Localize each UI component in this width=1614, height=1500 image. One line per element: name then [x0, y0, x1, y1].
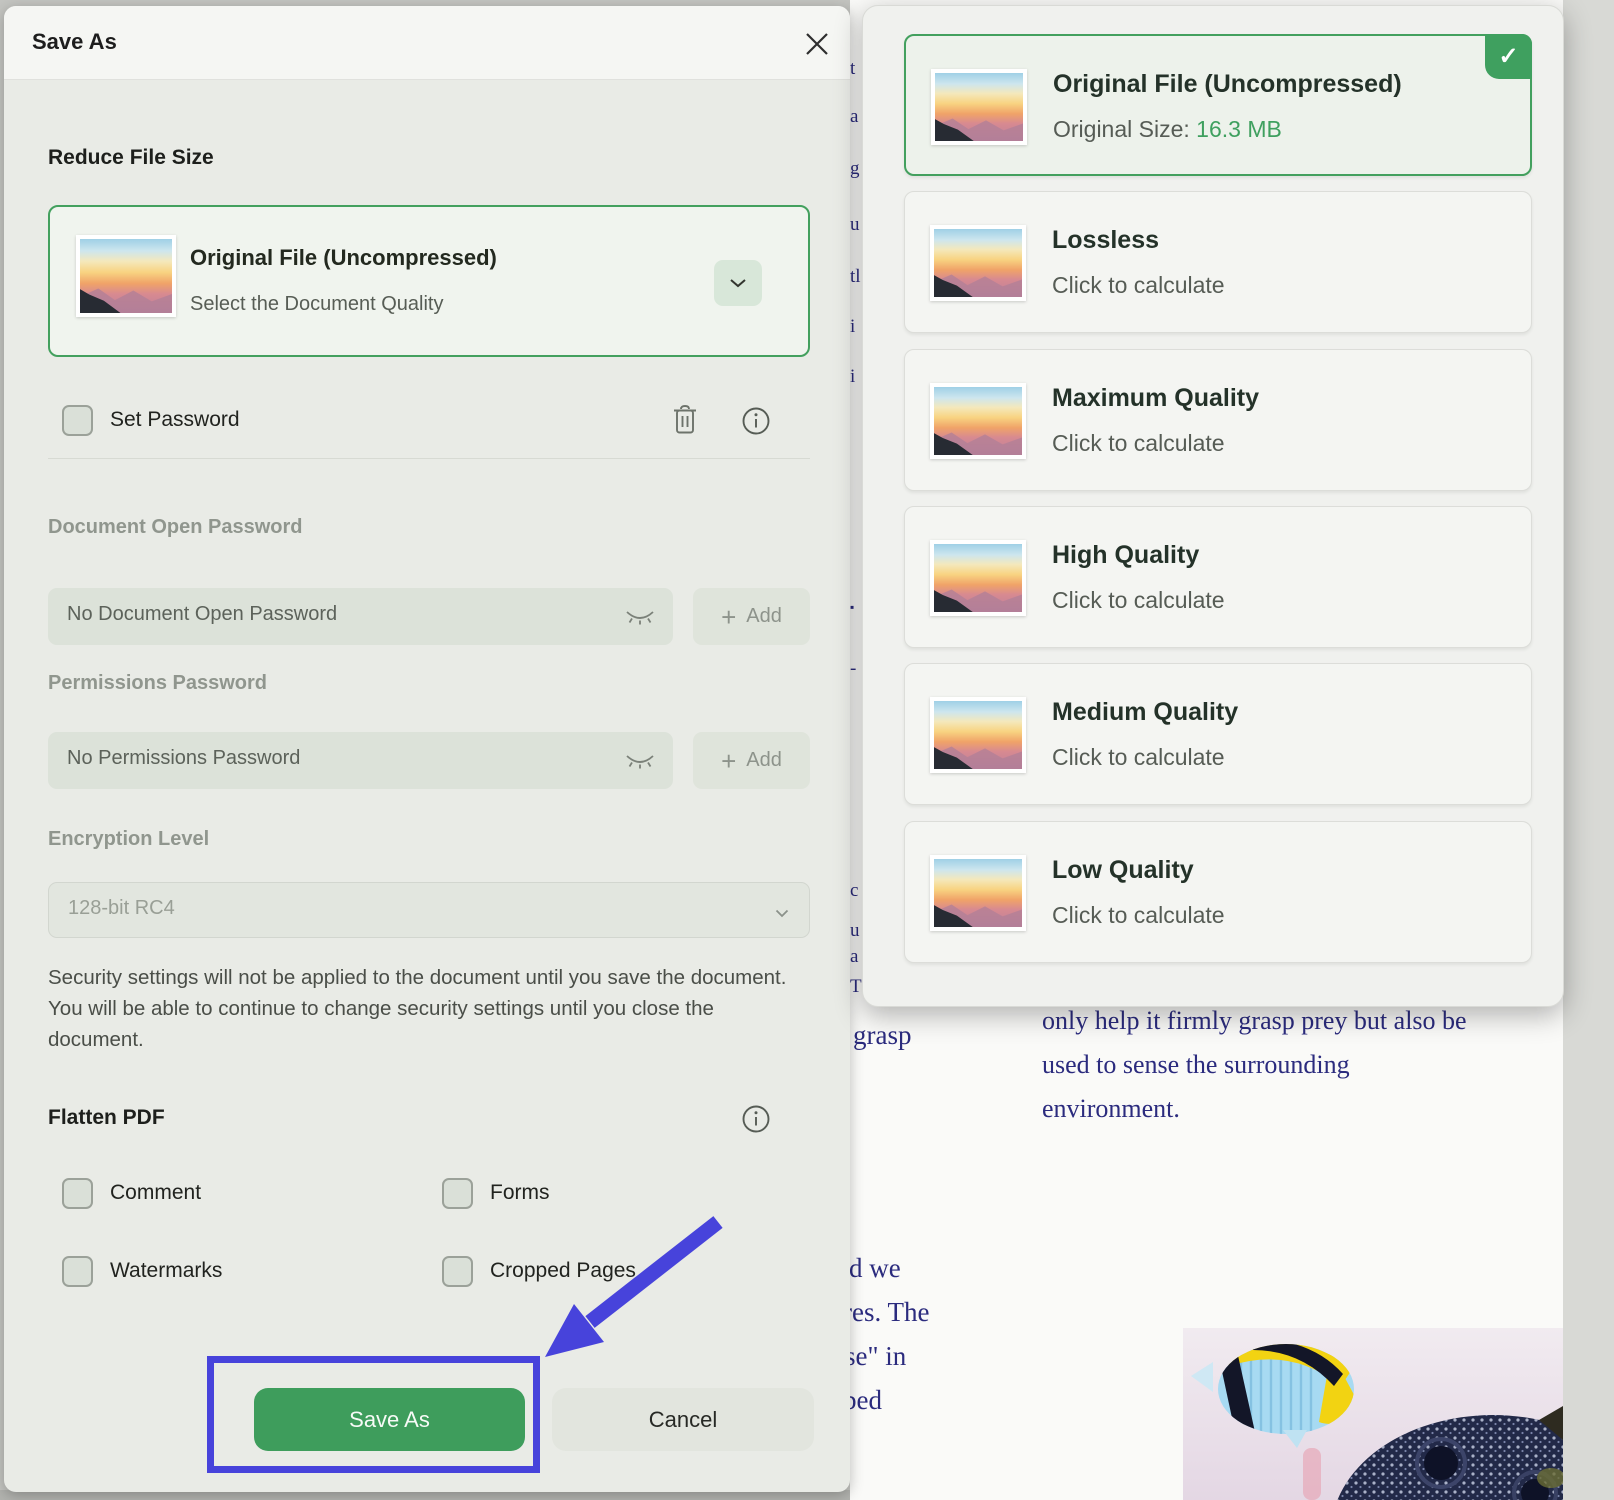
encryption-level-value: 128-bit RC4	[68, 897, 175, 920]
flatten-cropped-pages-label: Cropped Pages	[490, 1259, 636, 1283]
doc-text-fragment: d we	[849, 1253, 901, 1284]
doc-text-line: only help it firmly grasp prey but also …	[1042, 1006, 1467, 1036]
fish-photo	[1183, 1328, 1563, 1500]
quality-selector[interactable]: Original File (Uncompressed) Select the …	[48, 205, 810, 357]
doc-open-password-field[interactable]: No Document Open Password	[48, 588, 673, 645]
flatten-watermarks-checkbox[interactable]	[62, 1256, 93, 1287]
flatten-cropped-pages-checkbox[interactable]	[442, 1256, 473, 1287]
save-as-button[interactable]: Save As	[254, 1388, 525, 1451]
quality-option-lossless[interactable]: Lossless Click to calculate	[904, 191, 1532, 333]
eye-closed-icon[interactable]	[625, 753, 655, 774]
quality-option-subtitle: Click to calculate	[1052, 902, 1225, 929]
page-gutter	[1563, 0, 1614, 1500]
quality-thumbnail	[930, 383, 1026, 459]
doc-clipped-column: t a g u tl i i ▪ - c u a T	[850, 0, 862, 1000]
doc-edge-fragment: u	[850, 214, 860, 236]
doc-edge-fragment: c	[850, 880, 858, 902]
close-icon[interactable]	[800, 27, 834, 61]
reduce-file-size-heading: Reduce File Size	[48, 146, 214, 170]
quality-option-original[interactable]: Original File (Uncompressed) Original Si…	[904, 34, 1532, 176]
add-permissions-password-button[interactable]: + Add	[693, 732, 810, 789]
quality-option-subtitle: Click to calculate	[1052, 744, 1225, 771]
quality-option-subtitle: Click to calculate	[1052, 587, 1225, 614]
quality-thumbnail	[76, 235, 176, 317]
doc-edge-fragment: i	[850, 366, 855, 388]
quality-option-title: High Quality	[1052, 541, 1199, 570]
cancel-button[interactable]: Cancel	[552, 1388, 814, 1451]
permissions-password-value: No Permissions Password	[67, 747, 300, 770]
chevron-down-icon	[775, 905, 789, 923]
plus-icon: +	[721, 751, 736, 771]
doc-text-fragment: grasp	[853, 1020, 911, 1051]
size-value: 16.3 MB	[1196, 116, 1282, 142]
flatten-watermarks-label: Watermarks	[110, 1259, 222, 1283]
encryption-level-select[interactable]: 128-bit RC4	[48, 882, 810, 938]
quality-selector-subtitle: Select the Document Quality	[190, 293, 443, 316]
doc-edge-fragment: -	[850, 658, 856, 680]
info-icon[interactable]	[738, 1101, 774, 1137]
doc-edge-fragment: a	[850, 946, 858, 968]
quality-selector-title: Original File (Uncompressed)	[190, 245, 497, 271]
quality-option-maximum[interactable]: Maximum Quality Click to calculate	[904, 349, 1532, 491]
flatten-forms-checkbox[interactable]	[442, 1178, 473, 1209]
add-label: Add	[746, 605, 782, 628]
flatten-comment-checkbox[interactable]	[62, 1178, 93, 1209]
quality-dropdown-panel: Original File (Uncompressed) Original Si…	[862, 5, 1564, 1007]
quality-option-low[interactable]: Low Quality Click to calculate	[904, 821, 1532, 963]
quality-option-title: Maximum Quality	[1052, 384, 1259, 413]
flatten-forms-label: Forms	[490, 1181, 550, 1205]
security-note: Security settings will not be applied to…	[48, 962, 796, 1055]
size-label: Original Size:	[1053, 116, 1190, 142]
quality-option-title: Medium Quality	[1052, 698, 1238, 727]
quality-option-title: Low Quality	[1052, 856, 1194, 885]
flatten-comment-label: Comment	[110, 1181, 201, 1205]
divider	[48, 458, 810, 459]
chevron-down-icon[interactable]	[714, 260, 762, 306]
eye-closed-icon[interactable]	[625, 609, 655, 630]
quality-thumbnail	[930, 540, 1026, 616]
quality-thumbnail	[930, 225, 1026, 301]
quality-option-subtitle: Click to calculate	[1052, 272, 1225, 299]
quality-option-title: Original File (Uncompressed)	[1053, 70, 1402, 99]
set-password-checkbox[interactable]	[62, 405, 93, 436]
doc-text-fragment: res. The	[843, 1297, 929, 1328]
dialog-title: Save As	[32, 29, 117, 55]
doc-open-password-value: No Document Open Password	[67, 603, 337, 626]
doc-edge-fragment: t	[850, 58, 855, 80]
quality-option-size: Original Size: 16.3 MB	[1053, 116, 1282, 143]
check-icon: ✓	[1485, 34, 1532, 79]
quality-thumbnail	[930, 855, 1026, 931]
quality-option-subtitle: Click to calculate	[1052, 430, 1225, 457]
encryption-level-label: Encryption Level	[48, 828, 209, 851]
quality-thumbnail	[931, 69, 1027, 145]
doc-edge-fragment: u	[850, 920, 860, 942]
doc-open-password-label: Document Open Password	[48, 516, 303, 539]
doc-text-line: environment.	[1042, 1094, 1180, 1124]
plus-icon: +	[721, 607, 736, 627]
screen: t a g u tl i i ▪ - c u a T only help it …	[0, 0, 1614, 1500]
quality-option-medium[interactable]: Medium Quality Click to calculate	[904, 663, 1532, 805]
doc-edge-fragment: tl	[850, 266, 861, 288]
quality-option-title: Lossless	[1052, 226, 1159, 255]
doc-edge-fragment: g	[850, 158, 860, 180]
doc-edge-fragment: T	[850, 976, 862, 998]
permissions-password-label: Permissions Password	[48, 672, 267, 695]
set-password-label: Set Password	[110, 408, 240, 432]
doc-text-fragment: se" in	[845, 1341, 906, 1372]
add-doc-open-password-button[interactable]: + Add	[693, 588, 810, 645]
dialog-titlebar: Save As	[4, 6, 850, 80]
trash-icon[interactable]	[666, 401, 704, 439]
doc-text-line: used to sense the surrounding	[1042, 1050, 1350, 1080]
quality-thumbnail	[930, 697, 1026, 773]
permissions-password-field[interactable]: No Permissions Password	[48, 732, 673, 789]
info-icon[interactable]	[738, 403, 774, 439]
doc-edge-fragment: i	[850, 316, 855, 338]
save-as-dialog: Save As Reduce File Size Original File (…	[4, 6, 850, 1492]
quality-option-high[interactable]: High Quality Click to calculate	[904, 506, 1532, 648]
doc-edge-fragment: ▪	[850, 600, 854, 615]
flatten-pdf-heading: Flatten PDF	[48, 1106, 165, 1130]
add-label: Add	[746, 749, 782, 772]
doc-edge-fragment: a	[850, 106, 858, 128]
